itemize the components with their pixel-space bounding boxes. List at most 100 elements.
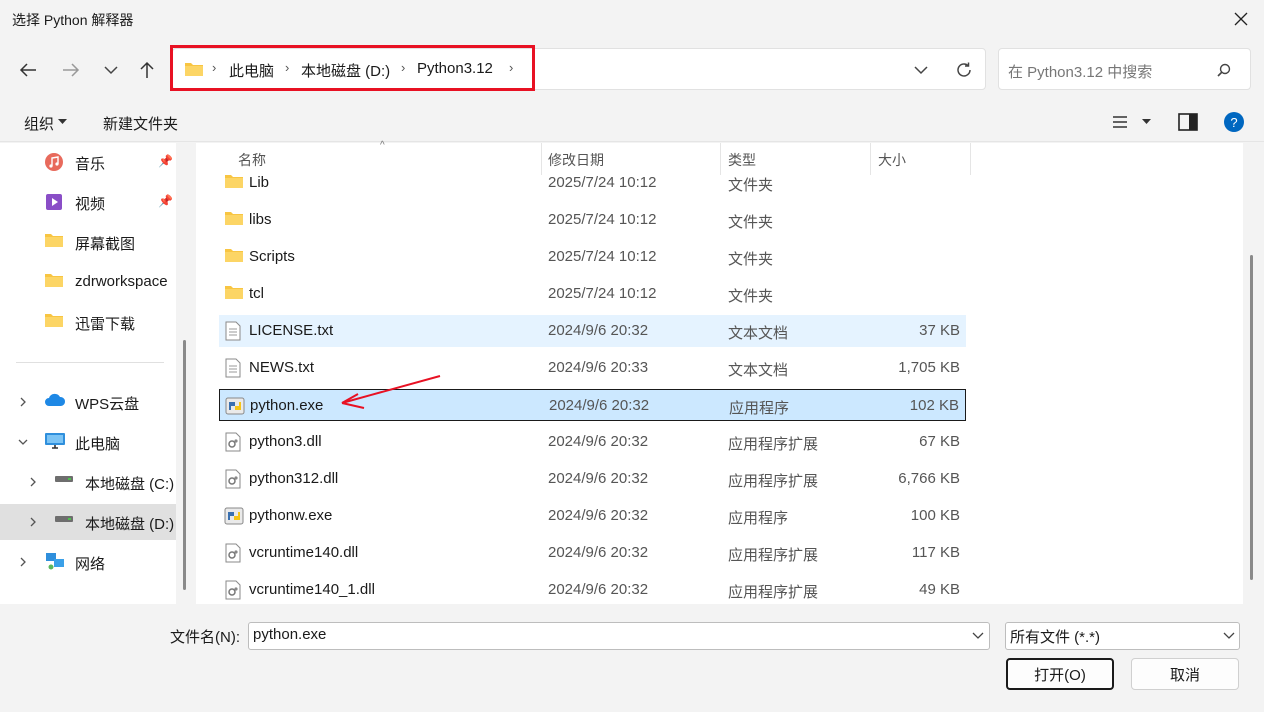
filename-value[interactable]: python.exe xyxy=(253,626,326,643)
open-button[interactable]: 打开(O) xyxy=(1006,658,1114,690)
folder-icon xyxy=(224,173,244,193)
file-list-scrollbar[interactable] xyxy=(1250,255,1253,580)
file-row[interactable]: pythonw.exe 2024/9/6 20:32 应用程序 100 KB xyxy=(219,500,966,532)
nav-item[interactable]: 视频 📌 xyxy=(0,184,176,220)
recent-locations-button[interactable] xyxy=(95,54,127,86)
file-row[interactable]: Lib 2025/7/24 10:12 文件夹 xyxy=(219,167,966,199)
view-options-icon[interactable] xyxy=(1112,115,1128,129)
file-date: 2024/9/6 20:32 xyxy=(548,470,649,487)
nav-item[interactable]: zdrworkspace xyxy=(0,264,176,300)
file-date: 2025/7/24 10:12 xyxy=(548,211,657,228)
drive-icon xyxy=(54,472,74,489)
arrow-left-icon xyxy=(19,63,36,77)
chevron-right-icon[interactable] xyxy=(18,397,28,407)
file-type: 应用程序扩展 xyxy=(728,436,819,453)
sort-ascending-icon: ^ xyxy=(380,140,385,151)
file-date: 2024/9/6 20:33 xyxy=(548,359,649,376)
file-type: 应用程序扩展 xyxy=(728,584,819,601)
file-size: 117 KB xyxy=(911,544,960,561)
file-name: NEWS.txt xyxy=(249,359,315,376)
nav-scrollbar[interactable] xyxy=(183,340,186,590)
nav-divider xyxy=(16,362,164,363)
computer-icon xyxy=(44,432,66,454)
annotation-red-box xyxy=(170,45,535,91)
folder-icon xyxy=(44,272,64,292)
nav-item[interactable]: 本地磁盘 (C:) xyxy=(0,464,176,500)
file-row[interactable]: python312.dll 2024/9/6 20:32 应用程序扩展 6,76… xyxy=(219,463,966,495)
chevron-down-icon[interactable] xyxy=(972,632,984,640)
text-file-icon xyxy=(224,321,244,341)
back-button[interactable] xyxy=(12,54,44,86)
file-name: libs xyxy=(249,211,272,228)
pin-icon: 📌 xyxy=(158,194,173,208)
file-row[interactable]: vcruntime140.dll 2024/9/6 20:32 应用程序扩展 1… xyxy=(219,537,966,569)
file-type: 文件夹 xyxy=(728,251,774,268)
nav-item[interactable]: 屏幕截图 xyxy=(0,224,176,260)
chevron-down-icon xyxy=(104,66,118,75)
cancel-button[interactable]: 取消 xyxy=(1131,658,1239,690)
nav-item-label: 迅雷下载 xyxy=(75,316,136,333)
nav-item-label: 视频 xyxy=(75,196,106,213)
organize-menu[interactable]: 组织 xyxy=(24,113,54,134)
file-name: LICENSE.txt xyxy=(249,322,334,339)
nav-item-label: zdrworkspace xyxy=(75,273,168,290)
file-row[interactable]: python3.dll 2024/9/6 20:32 应用程序扩展 67 KB xyxy=(219,426,966,458)
chevron-down-icon[interactable] xyxy=(1223,632,1235,640)
nav-item[interactable]: 此电脑 xyxy=(0,424,176,460)
svg-text:?: ? xyxy=(1230,115,1237,130)
help-icon[interactable]: ? xyxy=(1224,112,1244,132)
file-name: Lib xyxy=(249,174,270,191)
file-row[interactable]: Scripts 2025/7/24 10:12 文件夹 xyxy=(219,241,966,273)
nav-item[interactable]: 迅雷下载 xyxy=(0,304,176,340)
filetype-value[interactable]: 所有文件 (*.*) xyxy=(1010,626,1100,647)
file-name: Scripts xyxy=(249,248,295,265)
video-icon xyxy=(44,192,64,216)
file-row[interactable]: tcl 2025/7/24 10:12 文件夹 xyxy=(219,278,966,310)
folder-icon xyxy=(224,210,244,230)
close-button[interactable] xyxy=(1226,4,1256,34)
file-name: tcl xyxy=(249,285,264,302)
up-button[interactable] xyxy=(131,54,163,86)
forward-button[interactable] xyxy=(55,54,87,86)
file-type: 文本文档 xyxy=(728,325,789,342)
dll-icon xyxy=(224,580,244,600)
chevron-right-icon[interactable] xyxy=(28,477,38,487)
python-icon xyxy=(224,506,244,526)
filename-field[interactable] xyxy=(248,622,990,650)
file-date: 2024/9/6 20:32 xyxy=(548,544,649,561)
new-folder-button[interactable]: 新建文件夹 xyxy=(103,113,178,134)
nav-item[interactable]: WPS云盘 xyxy=(0,384,176,420)
refresh-button[interactable] xyxy=(948,54,980,86)
file-date: 2025/7/24 10:12 xyxy=(548,285,657,302)
file-name: python.exe xyxy=(250,397,324,414)
file-type: 应用程序扩展 xyxy=(728,473,819,490)
file-size: 67 KB xyxy=(919,433,960,450)
arrow-up-icon xyxy=(140,61,154,78)
file-row[interactable]: LICENSE.txt 2024/9/6 20:32 文本文档 37 KB xyxy=(219,315,966,347)
cloud-icon xyxy=(44,392,66,412)
file-row[interactable]: libs 2025/7/24 10:12 文件夹 xyxy=(219,204,966,236)
file-row[interactable]: vcruntime140_1.dll 2024/9/6 20:32 应用程序扩展… xyxy=(219,574,966,606)
nav-item[interactable]: 本地磁盘 (D:) xyxy=(0,504,176,540)
chevron-right-icon[interactable] xyxy=(28,517,38,527)
column-divider[interactable] xyxy=(970,143,971,175)
nav-item-label: 本地磁盘 (D:) xyxy=(85,516,175,533)
file-size: 49 KB xyxy=(919,581,960,598)
chevron-right-icon[interactable] xyxy=(18,557,28,567)
file-name: python312.dll xyxy=(249,470,339,487)
network-icon xyxy=(44,552,66,574)
nav-item[interactable]: 网络 xyxy=(0,544,176,580)
caret-down-icon[interactable] xyxy=(1142,119,1151,125)
file-type: 文件夹 xyxy=(728,177,774,194)
chevron-down-icon[interactable] xyxy=(18,437,28,447)
file-size: 1,705 KB xyxy=(898,359,960,376)
file-date: 2024/9/6 20:32 xyxy=(549,397,650,414)
preview-pane-icon[interactable] xyxy=(1178,113,1198,131)
music-icon xyxy=(44,152,64,176)
nav-item[interactable]: 音乐 📌 xyxy=(0,144,176,180)
search-input[interactable]: 在 Python3.12 中搜索 xyxy=(1008,61,1152,82)
address-history-button[interactable] xyxy=(905,54,937,86)
text-file-icon xyxy=(224,358,244,378)
nav-item-label: 网络 xyxy=(75,556,106,573)
file-date: 2025/7/24 10:12 xyxy=(548,248,657,265)
